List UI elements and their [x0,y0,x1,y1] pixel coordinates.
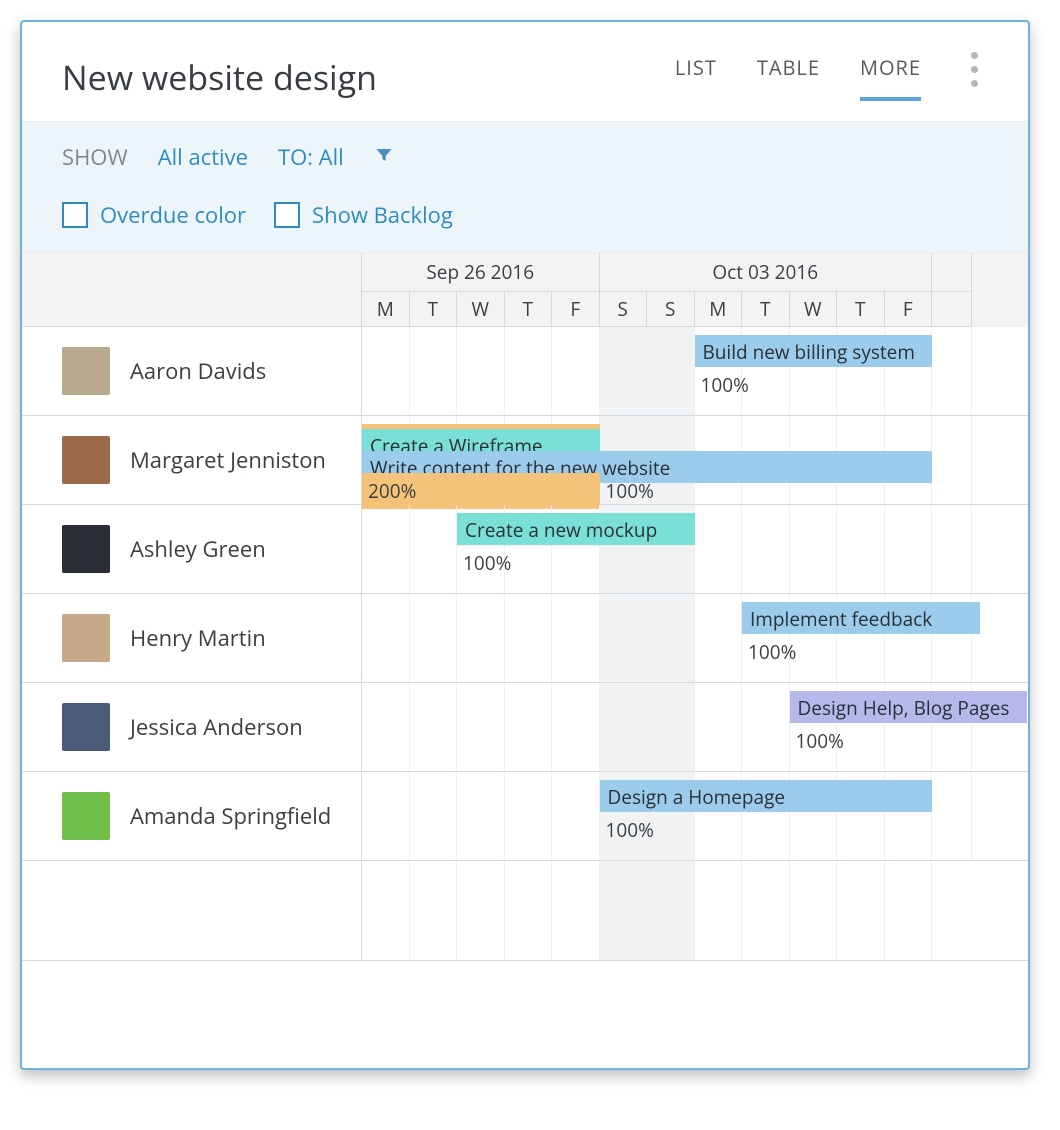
bars-container: Create a new mockup100% [362,505,1028,593]
assignee-name: Henry Martin [130,623,266,653]
timeline-cell [362,861,1028,960]
day-header: M [695,292,743,327]
assignee-cell: Aaron Davids [22,327,362,415]
load-percent: 100% [790,723,850,759]
gantt-row: Ashley Green Create a new mockup100% [22,505,1028,594]
timeline-cell[interactable]: Design a Homepage100% [362,772,1028,860]
timeline-cell[interactable]: Implement feedback100% [362,594,1028,682]
week-label [932,253,972,292]
day-header: T [505,292,553,327]
task-bar[interactable]: Create a new mockup [457,513,695,545]
avatar [62,436,110,484]
checkbox-icon [274,202,300,228]
header: New website design LIST TABLE MORE [22,22,1028,121]
filter-icon[interactable] [374,145,394,170]
day-header: S [647,292,695,327]
show-backlog-label: Show Backlog [312,200,453,230]
load-percent: 100% [600,473,660,509]
more-menu-icon[interactable] [961,52,988,101]
task-bar[interactable]: Design Help, Blog Pages [790,691,1028,723]
page-title: New website design [62,54,675,100]
filter-bar: SHOW All active TO: All Overdue color Sh… [22,121,1028,253]
assignee-name: Amanda Springfield [130,801,331,831]
timeline-cell[interactable]: Design Help, Blog Pages100% [362,683,1028,771]
bars-container: Design Help, Blog Pages100% [362,683,1028,771]
filter-all-active[interactable]: All active [158,142,248,172]
day-header [932,292,972,327]
assignee-cell: Amanda Springfield [22,772,362,860]
bars-container: Create a WireframeWrite content for the … [362,416,1028,504]
day-header: T [410,292,458,327]
day-header: M [362,292,410,327]
timeline-cell[interactable]: Build new billing system100% [362,327,1028,415]
gantt-body[interactable]: Aaron DavidsBuild new billing system100%… [22,327,1028,1068]
tabs: LIST TABLE MORE [675,52,988,101]
timeline-cell[interactable]: Create a WireframeWrite content for the … [362,416,1028,504]
gantt-row: Amanda Springfield Design a Homepage100% [22,772,1028,861]
avatar [62,792,110,840]
load-percent: 100% [457,545,517,581]
checkbox-icon [62,202,88,228]
filter-to-all[interactable]: TO: All [278,142,344,172]
day-header: F [552,292,600,327]
assignee-name: Aaron Davids [130,356,266,386]
gantt-header: Sep 26 2016Oct 03 2016MTWTFSSMTWTF [22,253,1028,327]
app-window: New website design LIST TABLE MORE SHOW … [20,20,1030,1070]
load-percent: 100% [695,367,755,403]
overdue-color-label: Overdue color [100,200,246,230]
assignee-name: Ashley Green [130,534,266,564]
bars-container: Implement feedback100% [362,594,1028,682]
bars-container: Design a Homepage100% [362,772,1028,860]
assignee-cell [22,861,362,960]
timeline-cell[interactable]: Create a new mockup100% [362,505,1028,593]
day-header: S [600,292,648,327]
assignee-cell: Henry Martin [22,594,362,682]
assignee-name: Jessica Anderson [130,712,303,742]
gantt-row-empty [22,861,1028,961]
task-bar[interactable]: Build new billing system [695,335,933,367]
week-label: Oct 03 2016 [600,253,933,292]
overdue-color-checkbox[interactable]: Overdue color [62,200,246,230]
avatar [62,614,110,662]
gantt-row: Henry Martin Implement feedback100% [22,594,1028,683]
assignee-cell: Jessica Anderson [22,683,362,771]
day-header: T [837,292,885,327]
gantt-row: Aaron Davids Build new billing system100% [22,327,1028,416]
assignee-name: Margaret Jenniston [130,445,326,475]
avatar [62,525,110,573]
task-bar[interactable]: Design a Homepage [600,780,933,812]
bars-container: Build new billing system100% [362,327,1028,415]
show-label: SHOW [62,142,128,172]
day-header: F [885,292,933,327]
tab-table[interactable]: TABLE [757,54,820,99]
tab-list[interactable]: LIST [675,54,717,99]
week-label: Sep 26 2016 [362,253,600,292]
avatar [62,347,110,395]
tab-more[interactable]: MORE [860,54,921,99]
load-percent: 100% [742,634,802,670]
day-header: W [457,292,505,327]
gantt-header-left [22,253,362,327]
gantt-row: Jessica Anderson Design Help, Blog Pages1… [22,683,1028,772]
show-backlog-checkbox[interactable]: Show Backlog [274,200,453,230]
day-header: T [742,292,790,327]
day-header: W [790,292,838,327]
gantt-chart: Sep 26 2016Oct 03 2016MTWTFSSMTWTF Aaron… [22,253,1028,1068]
gantt-row: Margaret Jenniston Create a WireframeWrit… [22,416,1028,505]
load-percent: 100% [600,812,660,848]
assignee-cell: Margaret Jenniston [22,416,362,504]
task-bar[interactable]: Implement feedback [742,602,980,634]
assignee-cell: Ashley Green [22,505,362,593]
avatar [62,703,110,751]
load-percent: 200% [362,473,600,509]
